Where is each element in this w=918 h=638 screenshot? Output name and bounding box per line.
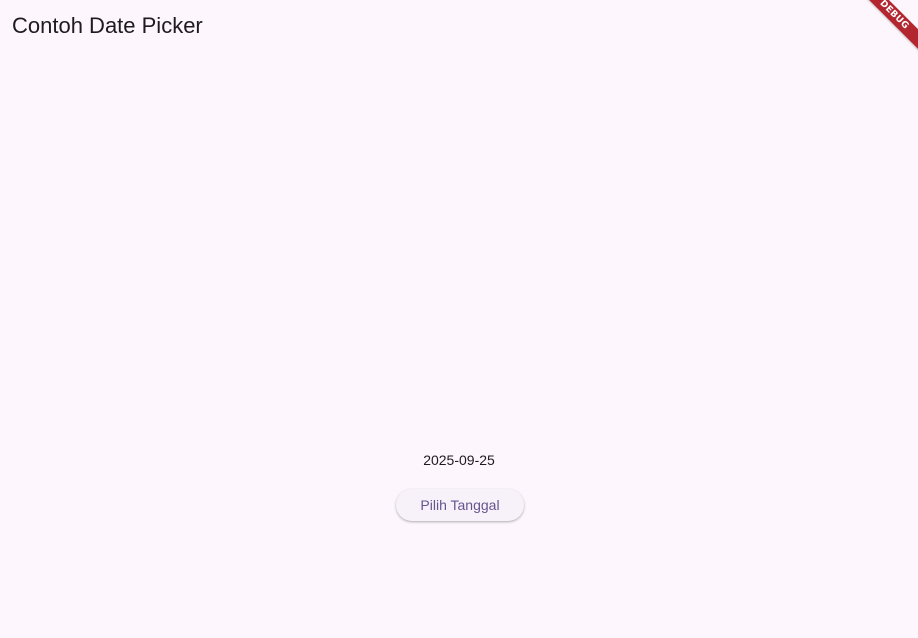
app-window: Contoh Date Picker DEBUG 2025-09-25 Pili…	[0, 0, 918, 638]
selected-date-text: 2025-09-25	[423, 452, 495, 468]
app-bar: Contoh Date Picker	[0, 0, 918, 56]
main-content: 2025-09-25	[0, 446, 918, 474]
app-title: Contoh Date Picker	[12, 13, 203, 38]
pick-date-button[interactable]: Pilih Tanggal	[396, 489, 524, 521]
